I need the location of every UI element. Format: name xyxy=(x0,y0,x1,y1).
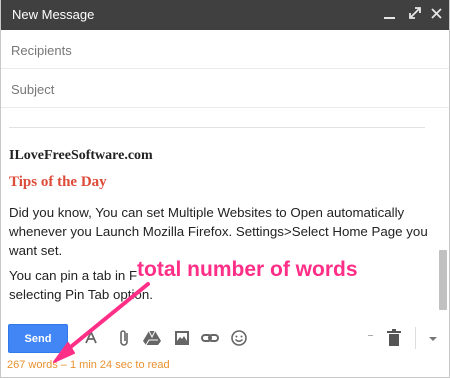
annotation-arrow xyxy=(53,282,150,363)
annotation-label: total number of words xyxy=(137,258,358,281)
